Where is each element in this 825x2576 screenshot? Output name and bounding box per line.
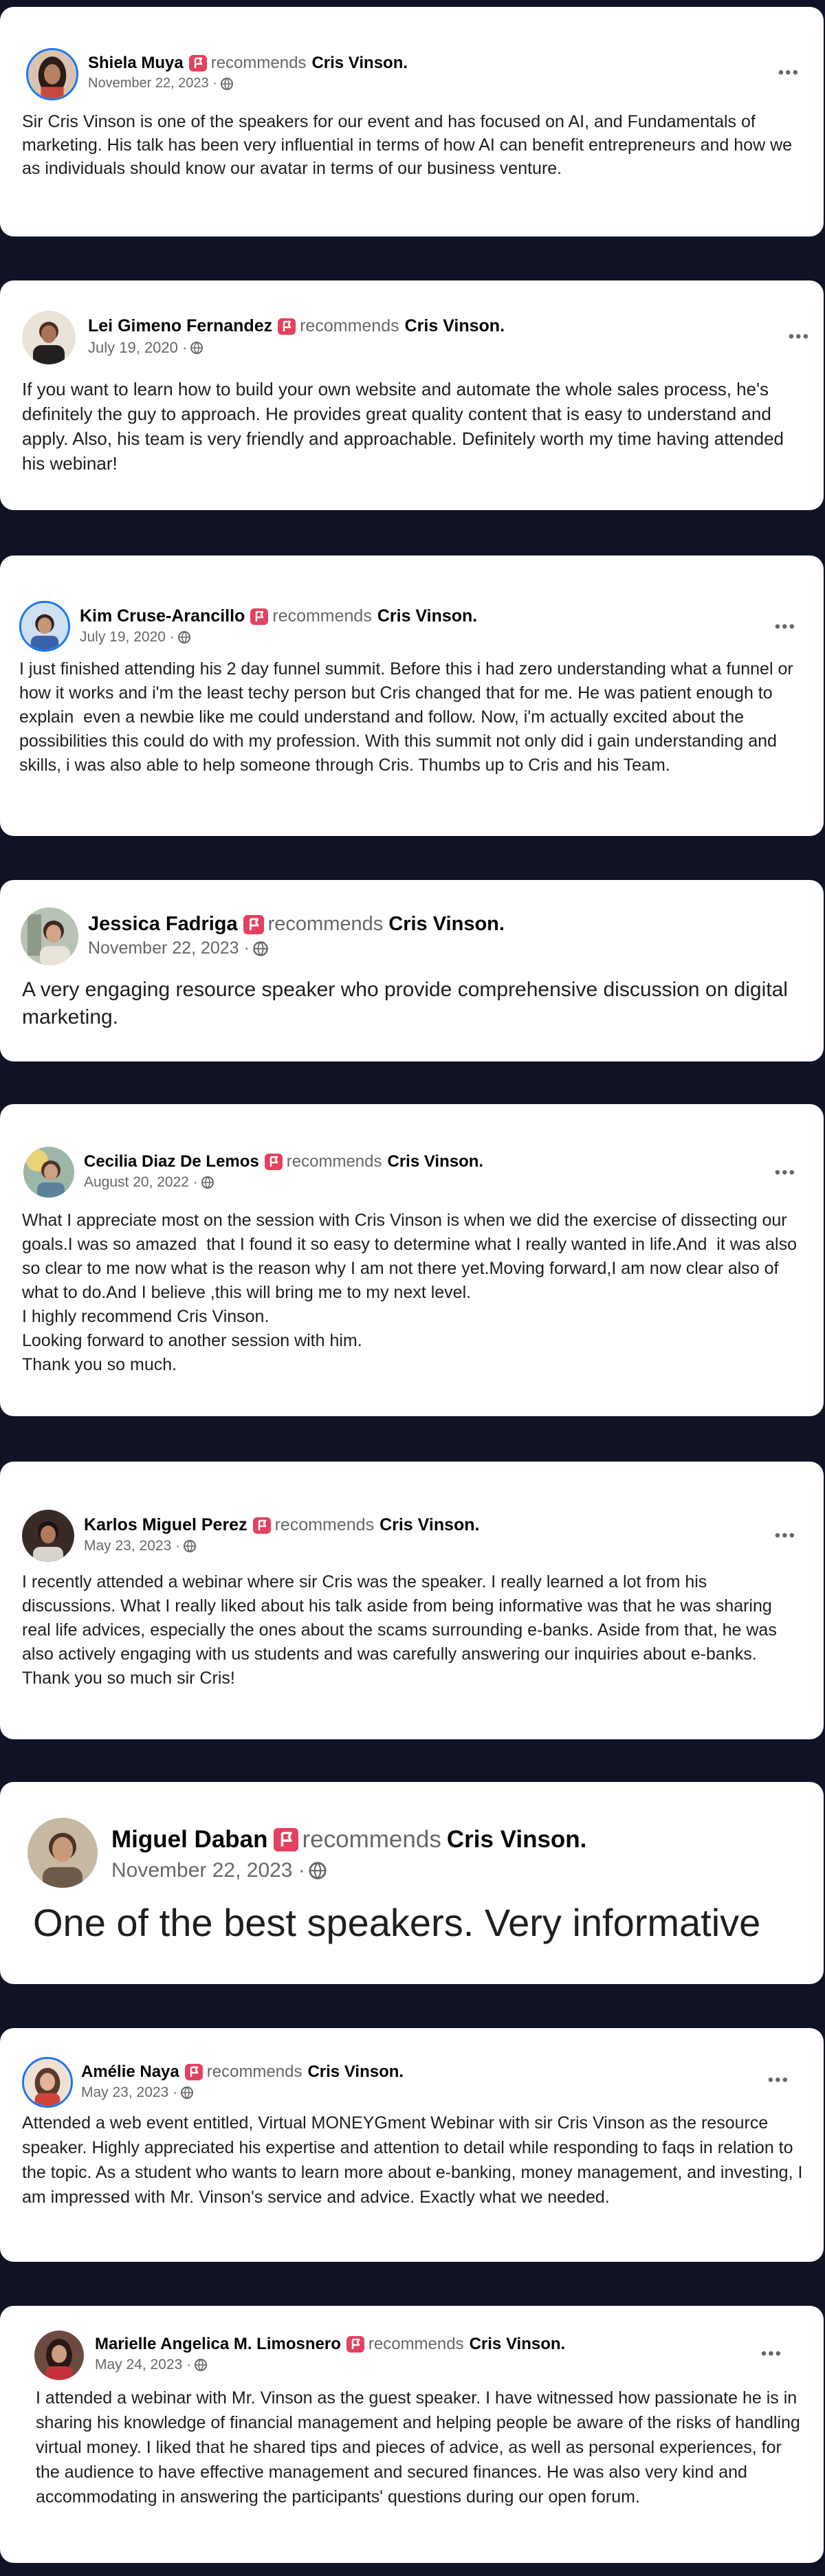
- review-text: I just finished attending his 2 day funn…: [19, 659, 798, 775]
- more-options-icon[interactable]: •••: [775, 619, 796, 635]
- post-date[interactable]: May 23, 2023 ·: [84, 1538, 180, 1554]
- recommend-flag-icon: [346, 2336, 364, 2353]
- post-date[interactable]: August 20, 2022 ·: [84, 1174, 198, 1191]
- post-date[interactable]: July 19, 2020 ·: [88, 339, 187, 357]
- reviewer-name[interactable]: Jessica Fadriga: [88, 913, 238, 936]
- reviewer-name[interactable]: Kim Cruse-Arancillo: [80, 606, 245, 626]
- globe-icon: [252, 940, 269, 957]
- recommended-page-link[interactable]: Cris Vinson.: [307, 2062, 404, 2082]
- avatar[interactable]: [22, 2057, 73, 2108]
- recommended-page-link[interactable]: Cris Vinson.: [387, 1152, 483, 1171]
- globe-icon: [308, 1861, 327, 1880]
- avatar[interactable]: [23, 1147, 74, 1198]
- more-options-icon[interactable]: •••: [768, 2072, 789, 2089]
- avatar[interactable]: [34, 2331, 84, 2380]
- more-options-icon[interactable]: •••: [761, 2346, 782, 2362]
- review-card: Amélie Naya recommends Cris Vinson. May …: [0, 2028, 824, 2262]
- globe-icon: [194, 2358, 208, 2372]
- review-text: I attended a webinar with Mr. Vinson as …: [36, 2388, 805, 2507]
- recommends-text: recommends: [302, 1826, 441, 1853]
- globe-icon: [190, 341, 204, 355]
- post-date[interactable]: November 22, 2023 ·: [88, 938, 250, 958]
- review-text: Sir Cris Vinson is one of the speakers f…: [22, 112, 797, 178]
- post-date[interactable]: July 19, 2020 ·: [80, 629, 175, 646]
- recommend-flag-icon: [250, 608, 269, 625]
- recommends-text: recommends: [206, 2062, 302, 2081]
- reviewer-name[interactable]: Shiela Muya: [88, 54, 184, 73]
- avatar[interactable]: [22, 311, 76, 364]
- recommended-page-link[interactable]: Cris Vinson.: [380, 1515, 479, 1535]
- reviewer-name[interactable]: Marielle Angelica M. Limosnero: [95, 2335, 341, 2354]
- avatar[interactable]: [28, 1818, 98, 1888]
- post-date[interactable]: May 23, 2023 ·: [81, 2084, 177, 2101]
- review-card: Cecilia Diaz De Lemos recommends Cris Vi…: [0, 1104, 824, 1416]
- reviewer-name[interactable]: Lei Gimeno Fernandez: [88, 316, 272, 336]
- globe-icon: [220, 77, 234, 91]
- reviewer-name[interactable]: Karlos Miguel Perez: [84, 1515, 248, 1535]
- recommend-flag-icon: [273, 1828, 298, 1851]
- globe-icon: [201, 1176, 214, 1189]
- recommends-text: recommends: [272, 606, 372, 626]
- recommended-page-link[interactable]: Cris Vinson.: [470, 2335, 566, 2354]
- recommended-page-link[interactable]: Cris Vinson.: [377, 606, 477, 626]
- recommend-flag-icon: [252, 1517, 271, 1534]
- post-date[interactable]: May 24, 2023 ·: [95, 2357, 191, 2373]
- recommends-text: recommends: [210, 54, 307, 72]
- avatar[interactable]: [26, 48, 78, 100]
- review-text: A very engaging resource speaker who pro…: [22, 978, 794, 1028]
- review-text: One of the best speakers. Very informati…: [33, 1901, 761, 1944]
- recommend-flag-icon: [278, 318, 296, 335]
- review-text: I recently attended a webinar where sir …: [22, 1572, 782, 1688]
- recommends-text: recommends: [267, 913, 384, 935]
- globe-icon: [177, 630, 191, 644]
- reviewer-name[interactable]: Amélie Naya: [81, 2062, 179, 2082]
- review-card: Jessica Fadriga recommends Cris Vinson. …: [0, 880, 824, 1061]
- globe-icon: [180, 2086, 194, 2100]
- reviewer-name[interactable]: Cecilia Diaz De Lemos: [84, 1152, 259, 1171]
- recommended-page-link[interactable]: Cris Vinson.: [311, 54, 408, 73]
- post-date[interactable]: November 22, 2023 ·: [111, 1859, 305, 1882]
- more-options-icon[interactable]: •••: [775, 1528, 796, 1544]
- recommend-flag-icon: [264, 1154, 283, 1170]
- recommends-text: recommends: [368, 2335, 464, 2353]
- review-card: Karlos Miguel Perez recommends Cris Vins…: [0, 1462, 824, 1739]
- review-card: Lei Gimeno Fernandez recommends Cris Vin…: [0, 280, 824, 510]
- more-options-icon[interactable]: •••: [778, 65, 800, 81]
- recommended-page-link[interactable]: Cris Vinson.: [447, 1826, 587, 1853]
- review-text: Attended a web event entitled, Virtual M…: [22, 2113, 808, 2207]
- more-options-icon[interactable]: •••: [775, 1165, 796, 1181]
- recommend-flag-icon: [243, 914, 264, 934]
- recommend-flag-icon: [188, 55, 207, 71]
- review-text: What I appreciate most on the session wi…: [22, 1211, 797, 1374]
- globe-icon: [183, 1539, 197, 1553]
- recommends-text: recommends: [286, 1152, 382, 1171]
- post-date[interactable]: November 22, 2023 ·: [88, 76, 217, 91]
- recommends-text: recommends: [274, 1515, 375, 1534]
- review-card: Marielle Angelica M. Limosnero recommend…: [0, 2306, 824, 2563]
- recommends-text: recommends: [300, 316, 399, 335]
- avatar[interactable]: [21, 907, 78, 965]
- review-card: Miguel Daban recommends Cris Vinson. Nov…: [0, 1782, 824, 1984]
- review-card: Kim Cruse-Arancillo recommends Cris Vins…: [0, 555, 824, 836]
- recommended-page-link[interactable]: Cris Vinson.: [405, 316, 505, 336]
- reviewer-name[interactable]: Miguel Daban: [111, 1826, 268, 1853]
- recommended-page-link[interactable]: Cris Vinson.: [388, 913, 505, 936]
- avatar[interactable]: [19, 601, 70, 652]
- avatar[interactable]: [22, 1510, 74, 1562]
- review-text: If you want to learn how to build your o…: [22, 379, 789, 474]
- recommend-flag-icon: [184, 2064, 203, 2080]
- more-options-icon[interactable]: •••: [789, 329, 810, 345]
- review-card: Shiela Muya recommends Cris Vinson. Nove…: [0, 7, 824, 236]
